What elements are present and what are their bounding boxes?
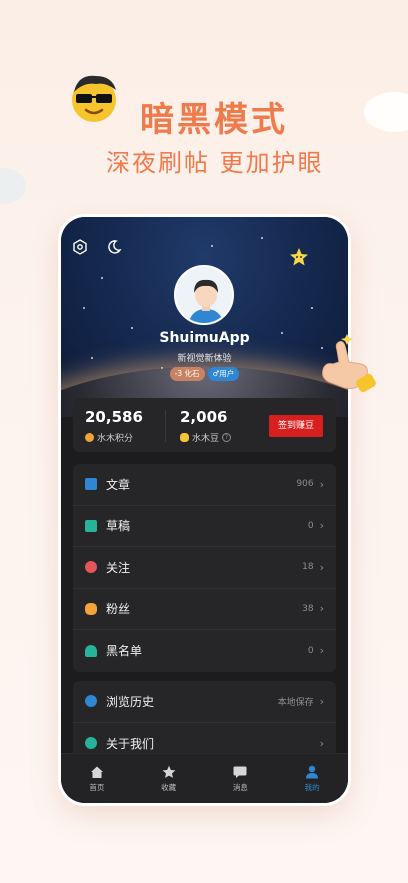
tab-home[interactable]: 首页 <box>61 754 133 803</box>
beans-label: 水木豆 <box>192 434 220 444</box>
menu-primary: 文章 906 › 草稿 0 › 关注 18 › 粉丝 38 › 黑名单 0 › <box>73 464 336 672</box>
star-icon <box>162 765 176 778</box>
menu-item-drafts[interactable]: 草稿 0 › <box>73 506 336 547</box>
pointing-hand-icon <box>322 334 376 393</box>
menu-item-blacklist[interactable]: 黑名单 0 › <box>73 630 336 672</box>
bean-icon <box>180 433 189 442</box>
tab-favorites[interactable]: 收藏 <box>133 754 205 803</box>
tab-mine[interactable]: 我的 <box>276 754 348 803</box>
night-mode-icon[interactable] <box>106 239 122 255</box>
history-icon <box>85 695 97 708</box>
menu-item-fans[interactable]: 粉丝 38 › <box>73 589 336 630</box>
chevron-right-icon: › <box>319 477 324 491</box>
yellow-star-icon <box>290 248 308 266</box>
menu-item-history[interactable]: 浏览历史 本地保存 › <box>73 681 336 723</box>
follow-icon <box>85 561 97 574</box>
stats-divider <box>165 410 166 442</box>
chevron-right-icon: › <box>319 602 324 616</box>
points-value: 20,586 <box>85 408 143 426</box>
message-icon <box>233 766 247 778</box>
chevron-right-icon: › <box>319 560 324 574</box>
stats-card: 20,586 水木积分 2,006 水木豆 ? 签到赚豆 <box>73 398 336 452</box>
beans-label-group: 水木豆 ? <box>180 431 232 444</box>
role-badge: ♂用户 <box>207 367 240 381</box>
cloud-decoration-right <box>364 92 408 132</box>
chevron-right-icon: › <box>319 694 324 708</box>
level-badge: -3 化石 <box>169 367 205 381</box>
cool-emoji-icon <box>72 75 116 122</box>
profile-hero: ShuimuApp 新视觉新体验 -3 化石 ♂用户 <box>61 217 348 417</box>
bottom-tab-bar: 首页 收藏 消息 我的 <box>61 753 348 803</box>
blacklist-icon <box>85 644 97 657</box>
home-icon <box>90 766 103 778</box>
cloud-decoration-left <box>0 168 26 204</box>
tab-messages[interactable]: 消息 <box>205 754 277 803</box>
chevron-right-icon: › <box>319 519 324 533</box>
menu-item-following[interactable]: 关注 18 › <box>73 547 336 589</box>
points-coin-icon <box>85 433 94 442</box>
avatar-person-icon <box>176 267 232 323</box>
sign-in-button[interactable]: 签到赚豆 <box>269 415 323 437</box>
beans-value: 2,006 <box>180 408 228 426</box>
username: ShuimuApp <box>159 330 250 346</box>
chevron-right-icon: › <box>319 644 324 658</box>
points-label-group: 水木积分 <box>85 431 133 444</box>
menu-item-articles[interactable]: 文章 906 › <box>73 464 336 506</box>
chevron-right-icon: › <box>319 736 324 750</box>
fans-icon <box>85 602 97 615</box>
promo-subtitle: 深夜刷帖 更加护眼 <box>106 149 324 177</box>
help-icon[interactable]: ? <box>222 433 232 442</box>
menu-secondary: 浏览历史 本地保存 › 关于我们 › <box>73 681 336 761</box>
info-icon <box>85 737 97 750</box>
article-icon <box>85 478 97 491</box>
phone-mockup: ShuimuApp 新视觉新体验 -3 化石 ♂用户 20,586 水木积分 2… <box>61 217 348 803</box>
promo-title: 暗黑模式 <box>140 100 288 140</box>
avatar[interactable] <box>174 265 234 325</box>
user-icon <box>306 765 319 778</box>
points-label: 水木积分 <box>97 434 134 444</box>
user-badges: -3 化石 ♂用户 <box>61 367 348 381</box>
settings-icon[interactable] <box>72 239 88 255</box>
user-bio: 新视觉新体验 <box>177 354 232 364</box>
draft-icon <box>85 519 97 532</box>
